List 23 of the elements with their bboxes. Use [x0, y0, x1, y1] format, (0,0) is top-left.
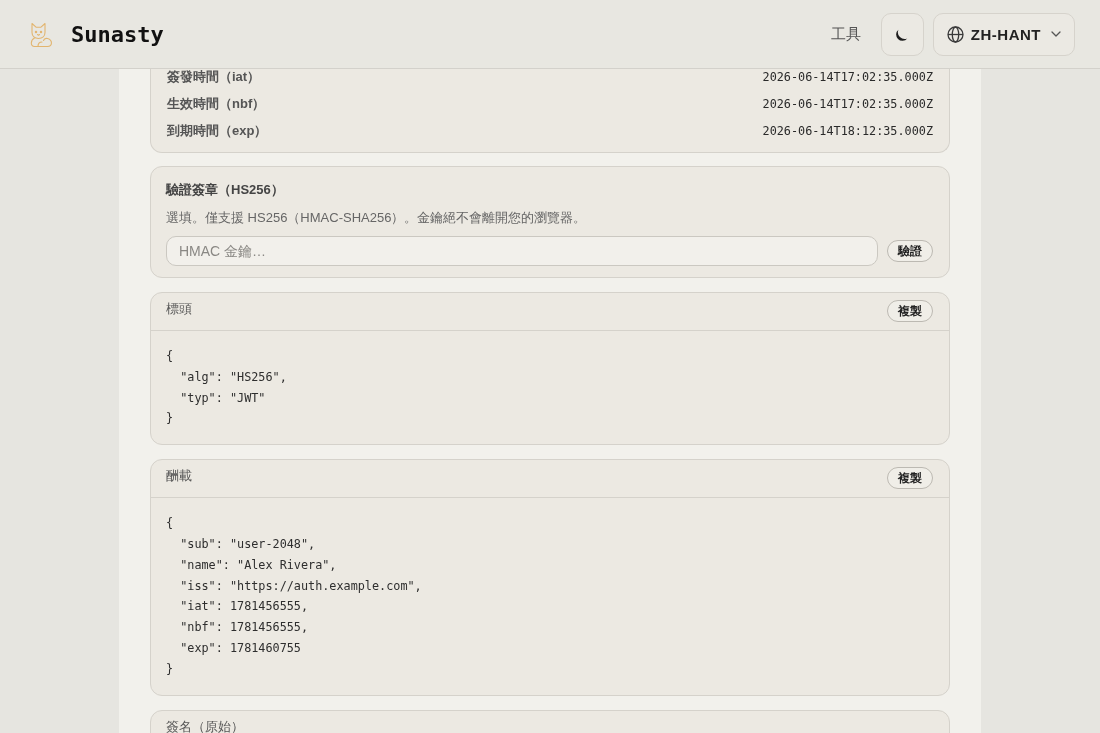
json-text: { "sub": "user-2048", "name": "Alex Rivera", "iss": "https://auth.example.com", "iat": 1781456555, "nbf": 1781456555, "exp": 1781460755 }	[166, 515, 422, 678]
claim-value: 2026-06-14T18:12:35.000Z	[762, 123, 933, 138]
theme-toggle-button[interactable]	[880, 12, 924, 56]
caret-icon	[1051, 31, 1061, 37]
card-title: 驗證簽章（HS256）	[166, 181, 284, 199]
copy-button[interactable]: 複製	[887, 467, 933, 490]
claim-value: 2026-06-14T17:02:35.000Z	[762, 96, 933, 111]
help-text: 選填。僅支援 HS256（HMAC-SHA256）。金鑰絕不會離開您的瀏覽器。	[166, 209, 587, 227]
claim-label: 生效時間（nbf）	[167, 94, 266, 113]
globe-icon	[946, 25, 964, 43]
tools-link[interactable]: 工具	[830, 24, 861, 44]
claim-label: 簽發時間（iat）	[167, 69, 261, 86]
panel-title: 酬載	[166, 469, 192, 484]
copy-button[interactable]: 複製	[887, 300, 933, 322]
language-button[interactable]: ZH-HANT	[932, 12, 1075, 56]
claim-label: 到期時間（exp）	[167, 121, 268, 140]
panel-title: 簽名（原始）	[166, 719, 244, 733]
claim-value: 2026-06-14T17:02:35.000Z	[762, 69, 933, 84]
brand-name: Sunasty	[71, 21, 164, 47]
panel-title: 標頭	[166, 302, 192, 316]
key-input[interactable]: HMAC 金鑰…	[166, 236, 878, 266]
json-text: { "alg": "HS256", "typ": "JWT" }	[166, 348, 287, 428]
verify-button[interactable]: 驗證	[887, 240, 933, 262]
